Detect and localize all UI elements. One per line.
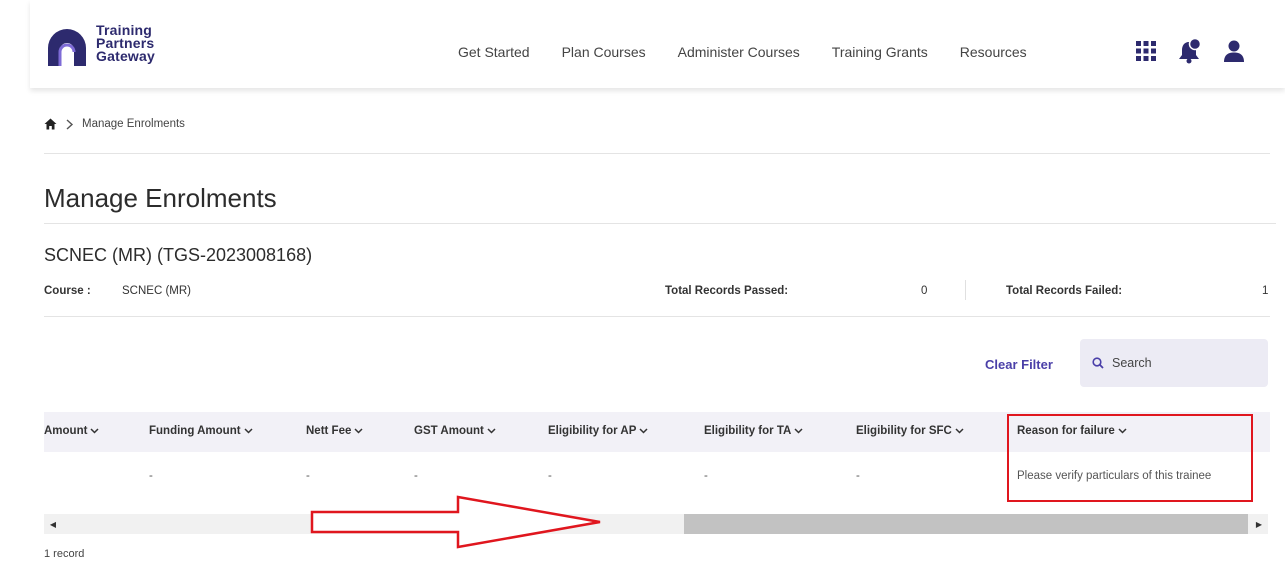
column-header-gst-amount[interactable]: GST Amount — [414, 425, 496, 437]
chevron-right-icon — [66, 118, 74, 130]
nav-plan-courses[interactable]: Plan Courses — [562, 44, 646, 60]
divider — [44, 223, 1276, 224]
nav-resources[interactable]: Resources — [960, 44, 1027, 60]
record-count: 1 record — [44, 548, 85, 560]
search-icon — [1092, 357, 1104, 369]
nav-administer-courses[interactable]: Administer Courses — [678, 44, 800, 60]
failed-value: 1 — [1262, 285, 1269, 297]
highlight-box — [1007, 414, 1253, 502]
failed-label: Total Records Failed: — [1006, 285, 1123, 297]
home-icon[interactable] — [44, 118, 57, 130]
chevron-down-icon — [639, 428, 648, 434]
chevron-down-icon — [955, 428, 964, 434]
column-header-funding-amount[interactable]: Funding Amount — [149, 425, 253, 437]
column-header-label: GST Amount — [414, 425, 484, 437]
column-header-label: Nett Fee — [306, 425, 352, 437]
column-header-eligibility-ap[interactable]: Eligibility for AP — [548, 425, 648, 437]
course-value: SCNEC (MR) — [122, 285, 191, 297]
apps-grid-icon[interactable] — [1133, 38, 1159, 64]
top-header: Training Partners Gateway Get Started Pl… — [30, 0, 1285, 88]
column-header-nett-fee[interactable]: Nett Fee — [306, 425, 363, 437]
logo[interactable]: Training Partners Gateway — [44, 23, 184, 74]
column-header-label: Amount — [44, 425, 88, 437]
cell-eligibility-sfc: - — [856, 470, 860, 482]
chevron-down-icon — [794, 428, 803, 434]
column-header-label: Eligibility for TA — [704, 425, 792, 437]
passed-label: Total Records Passed: — [665, 285, 789, 297]
column-header-label: Eligibility for SFC — [856, 425, 952, 437]
right-arrow-annotation-icon — [310, 495, 601, 549]
cell-eligibility-ta: - — [704, 470, 708, 482]
course-label: Course : — [44, 285, 91, 297]
user-profile-icon[interactable] — [1221, 38, 1247, 64]
scrollbar-thumb[interactable] — [684, 514, 1248, 534]
nav-training-grants[interactable]: Training Grants — [832, 44, 928, 60]
divider — [44, 153, 1270, 154]
divider — [44, 316, 1270, 317]
column-header-eligibility-sfc[interactable]: Eligibility for SFC — [856, 425, 964, 437]
header-icons — [1133, 38, 1247, 64]
scroll-right-icon[interactable]: ▶ — [1252, 514, 1266, 534]
notification-bell-icon[interactable] — [1177, 38, 1203, 64]
logo-text: Training Partners Gateway — [96, 23, 155, 64]
chevron-down-icon — [90, 428, 99, 434]
cell-eligibility-ap: - — [548, 470, 552, 482]
logo-line: Gateway — [96, 48, 155, 64]
breadcrumb-current: Manage Enrolments — [82, 118, 185, 130]
logo-mark-icon — [48, 29, 86, 66]
info-separator — [965, 280, 966, 300]
search-box[interactable] — [1080, 339, 1268, 387]
scroll-left-icon[interactable]: ◀ — [46, 514, 60, 534]
column-header-label: Funding Amount — [149, 425, 241, 437]
chevron-down-icon — [244, 428, 253, 434]
cell-funding-amount: - — [149, 470, 153, 482]
breadcrumb: Manage Enrolments — [44, 118, 185, 130]
cell-nett-fee: - — [306, 470, 310, 482]
clear-filter-button[interactable]: Clear Filter — [985, 357, 1053, 372]
search-input[interactable] — [1112, 356, 1242, 370]
cell-gst-amount: - — [414, 470, 418, 482]
course-run-title: SCNEC (MR) (TGS-2023008168) — [44, 245, 313, 265]
main-nav: Get Started Plan Courses Administer Cour… — [458, 44, 1059, 60]
course-label-text: Course : — [44, 285, 91, 297]
chevron-down-icon — [487, 428, 496, 434]
column-header-amount[interactable]: Amount — [44, 425, 99, 437]
passed-value: 0 — [921, 285, 928, 297]
nav-get-started[interactable]: Get Started — [458, 44, 530, 60]
column-header-label: Eligibility for AP — [548, 425, 637, 437]
chevron-down-icon — [354, 428, 363, 434]
page-title: Manage Enrolments — [44, 183, 277, 213]
column-header-eligibility-ta[interactable]: Eligibility for TA — [704, 425, 803, 437]
